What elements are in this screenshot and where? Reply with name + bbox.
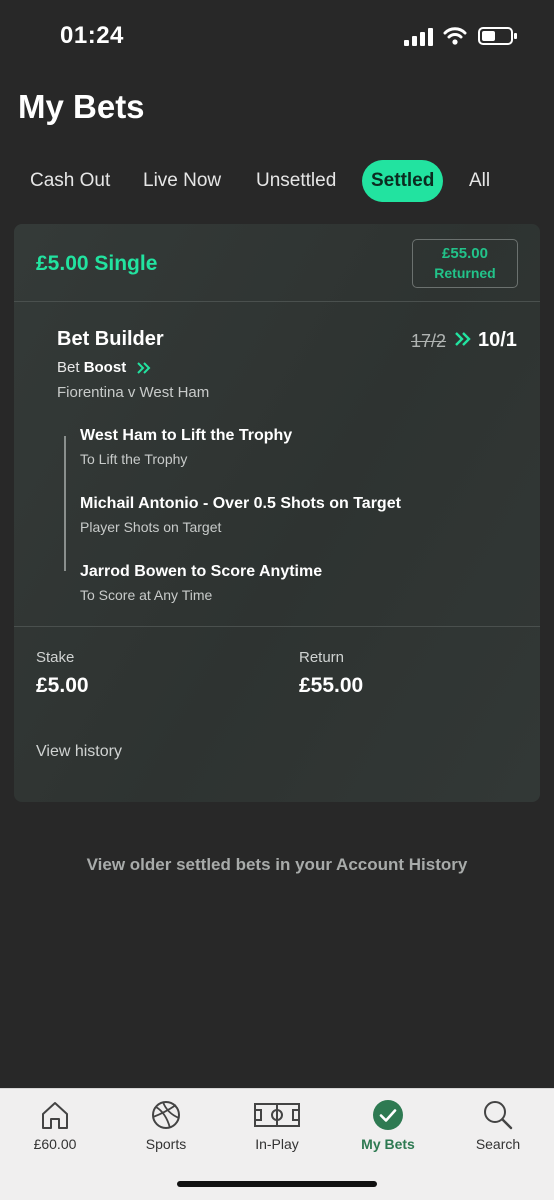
account-history-link[interactable]: View older settled bets in your Account … bbox=[0, 855, 554, 875]
signal-icon bbox=[404, 28, 433, 46]
return-value: £55.00 bbox=[299, 674, 364, 697]
status-bar: 01:24 bbox=[0, 0, 554, 70]
tab-cash-out[interactable]: Cash Out bbox=[30, 160, 110, 202]
home-indicator bbox=[177, 1181, 377, 1187]
page-title: My Bets bbox=[18, 88, 145, 125]
legs-connector-line bbox=[64, 436, 66, 571]
stake-label: Stake bbox=[36, 649, 75, 666]
battery-icon bbox=[478, 27, 517, 45]
boost-prefix: Bet bbox=[57, 359, 80, 376]
home-icon bbox=[42, 1102, 68, 1129]
nav-in-play-label: In-Play bbox=[255, 1136, 299, 1152]
boost-chevrons-icon bbox=[455, 332, 471, 346]
tab-all[interactable]: All bbox=[469, 160, 490, 202]
tab-unsettled[interactable]: Unsettled bbox=[256, 160, 336, 202]
nav-search[interactable]: Search bbox=[443, 1089, 553, 1169]
returned-badge: £55.00 Returned bbox=[412, 239, 518, 288]
bet-leg-market: Player Shots on Target bbox=[80, 519, 222, 535]
wifi-icon bbox=[443, 27, 467, 45]
bet-leg: Michail Antonio - Over 0.5 Shots on Targ… bbox=[80, 495, 401, 535]
bet-leg-title: Jarrod Bowen to Score Anytime bbox=[80, 563, 323, 580]
status-time: 01:24 bbox=[60, 22, 124, 49]
boost-word: Boost bbox=[83, 359, 127, 376]
nav-sports[interactable]: Sports bbox=[111, 1089, 221, 1169]
bet-leg-market: To Score at Any Time bbox=[80, 587, 213, 603]
nav-in-play[interactable]: In-Play bbox=[222, 1089, 332, 1169]
stake-value: £5.00 bbox=[36, 674, 89, 697]
returned-label: Returned bbox=[434, 265, 496, 281]
bet-type: £5.00 Single bbox=[36, 252, 158, 275]
nav-sports-label: Sports bbox=[145, 1136, 187, 1152]
pitch-icon bbox=[254, 1103, 300, 1127]
view-history-link[interactable]: View history bbox=[36, 743, 122, 761]
bet-leg: Jarrod Bowen to Score Anytime To Score a… bbox=[80, 563, 322, 603]
nav-home[interactable]: £60.00 bbox=[0, 1089, 110, 1169]
bet-leg: West Ham to Lift the Trophy To Lift the … bbox=[80, 427, 292, 467]
nav-search-label: Search bbox=[475, 1136, 521, 1152]
search-icon bbox=[484, 1101, 513, 1130]
tab-settled[interactable]: Settled bbox=[362, 160, 444, 202]
nav-my-bets-label: My Bets bbox=[361, 1136, 415, 1152]
match-name: Fiorentina v West Ham bbox=[57, 384, 210, 401]
boosted-odds: 10/1 bbox=[478, 329, 517, 351]
checkmark-circle-icon bbox=[373, 1100, 403, 1130]
bet-card: £5.00 Single £55.00 Returned Bet Builder… bbox=[14, 224, 540, 802]
bet-card-header: £5.00 Single £55.00 Returned bbox=[14, 224, 540, 302]
nav-home-label: £60.00 bbox=[33, 1136, 77, 1152]
returned-amount: £55.00 bbox=[442, 245, 488, 262]
bet-leg-title: Michail Antonio - Over 0.5 Shots on Targ… bbox=[80, 495, 401, 512]
bet-leg-title: West Ham to Lift the Trophy bbox=[80, 427, 293, 444]
football-icon bbox=[152, 1101, 180, 1129]
bet-builder-title: Bet Builder bbox=[57, 328, 164, 350]
original-odds: 17/2 bbox=[411, 331, 447, 351]
boost-label-chevrons-icon bbox=[137, 362, 151, 374]
tab-live-now[interactable]: Live Now bbox=[143, 160, 221, 202]
card-divider bbox=[14, 626, 540, 627]
bet-filter-tabs: Cash Out Live Now Unsettled Settled All bbox=[18, 160, 538, 202]
return-label: Return bbox=[299, 649, 345, 666]
nav-my-bets[interactable]: My Bets bbox=[333, 1089, 443, 1169]
bet-leg-market: To Lift the Trophy bbox=[80, 451, 188, 467]
bet-boost-label: Bet Boost bbox=[57, 359, 126, 376]
